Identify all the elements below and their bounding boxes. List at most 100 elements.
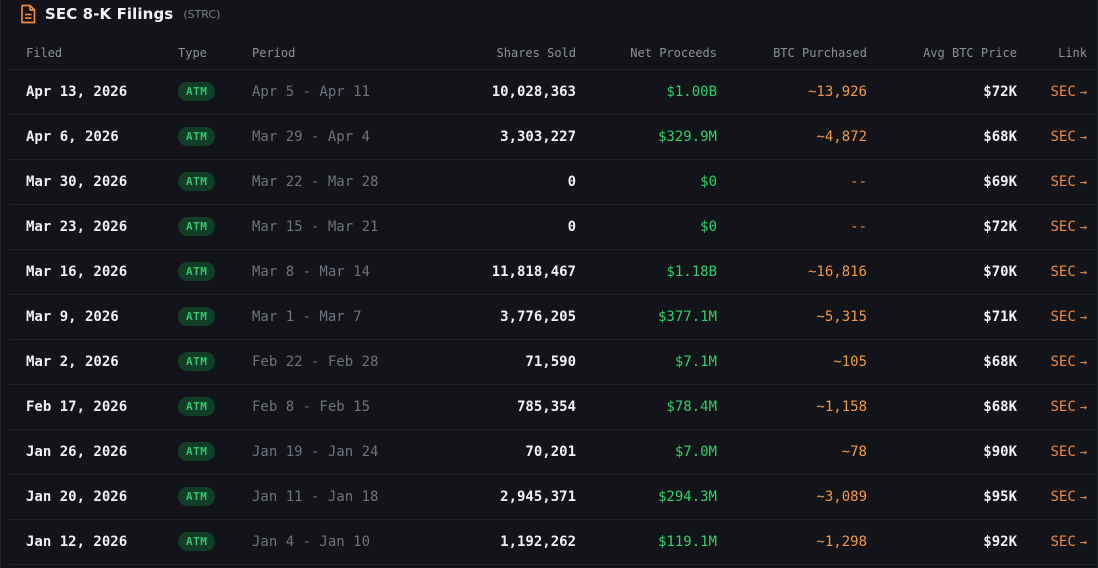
btc-purchased: ~13,926 (717, 69, 867, 115)
link-cell: SEC → (1017, 69, 1098, 115)
type-cell: ATM (178, 204, 252, 250)
btc-purchased: ~3,089 (717, 474, 867, 520)
type-cell: ATM (178, 384, 252, 430)
arrow-right-icon: → (1079, 309, 1087, 324)
sec-link[interactable]: SEC → (1050, 129, 1087, 145)
btc-purchased: ~16,816 (717, 249, 867, 295)
filed-date: Mar 9, 2026 (9, 294, 178, 340)
period-range: Mar 15 - Mar 21 (252, 204, 412, 250)
table-row: Mar 9, 2026 ATM Mar 1 - Mar 7 3,776,205 … (9, 294, 1098, 340)
period-range: Mar 8 - Mar 14 (252, 249, 412, 295)
sec-link-label: SEC (1050, 398, 1076, 415)
avg-btc-price: $71K (867, 294, 1017, 340)
column-header-type[interactable]: Type (178, 37, 252, 70)
type-badge: ATM (178, 442, 216, 461)
table-row: Jan 26, 2026 ATM Jan 19 - Jan 24 70,201 … (9, 429, 1098, 475)
sec-link-label: SEC (1050, 353, 1076, 370)
sec-link-label: SEC (1050, 443, 1076, 460)
filed-date: Mar 30, 2026 (9, 159, 178, 205)
link-cell: SEC → (1017, 294, 1098, 340)
column-header-net-proceeds[interactable]: Net Proceeds (576, 37, 717, 70)
sec-link-label: SEC (1050, 263, 1076, 280)
shares-sold: 785,354 (412, 384, 576, 430)
avg-btc-price: $72K (867, 204, 1017, 250)
sec-link[interactable]: SEC → (1050, 219, 1087, 235)
sec-link[interactable]: SEC → (1050, 174, 1087, 190)
net-proceeds: $377.1M (576, 294, 717, 340)
sec-link-label: SEC (1050, 83, 1076, 100)
type-badge: ATM (178, 532, 216, 551)
type-cell: ATM (178, 114, 252, 160)
type-badge: ATM (178, 82, 216, 101)
sec-link[interactable]: SEC → (1050, 84, 1087, 100)
net-proceeds: $0 (576, 159, 717, 205)
sec-link-label: SEC (1050, 533, 1076, 550)
sec-link[interactable]: SEC → (1050, 264, 1087, 280)
link-cell: SEC → (1017, 339, 1098, 385)
sec-link-label: SEC (1050, 308, 1076, 325)
arrow-right-icon: → (1079, 219, 1087, 234)
column-header-period[interactable]: Period (252, 37, 412, 70)
btc-purchased: ~1,158 (717, 384, 867, 430)
avg-btc-price: $70K (867, 249, 1017, 295)
column-header-shares-sold[interactable]: Shares Sold (412, 37, 576, 70)
period-range: Mar 29 - Apr 4 (252, 114, 412, 160)
sec-link-label: SEC (1050, 128, 1076, 145)
net-proceeds: $78.4M (576, 384, 717, 430)
filed-date: Apr 6, 2026 (9, 114, 178, 160)
filed-date: Jan 26, 2026 (9, 429, 178, 475)
column-header-filed[interactable]: Filed (9, 37, 178, 70)
type-cell: ATM (178, 294, 252, 340)
filed-date: Mar 16, 2026 (9, 249, 178, 295)
net-proceeds: $1.00B (576, 69, 717, 115)
table-row: Feb 17, 2026 ATM Feb 8 - Feb 15 785,354 … (9, 384, 1098, 430)
arrow-right-icon: → (1079, 174, 1087, 189)
table-row: Apr 6, 2026 ATM Mar 29 - Apr 4 3,303,227… (9, 114, 1098, 160)
link-cell: SEC → (1017, 474, 1098, 520)
column-header-avg-btc-price[interactable]: Avg BTC Price (867, 37, 1017, 70)
shares-sold: 1,192,262 (412, 519, 576, 565)
sec-link[interactable]: SEC → (1050, 489, 1087, 505)
avg-btc-price: $95K (867, 474, 1017, 520)
sec-link-label: SEC (1050, 173, 1076, 190)
sec-link-label: SEC (1050, 218, 1076, 235)
sec-link[interactable]: SEC → (1050, 444, 1087, 460)
arrow-right-icon: → (1079, 534, 1087, 549)
shares-sold: 0 (412, 159, 576, 205)
avg-btc-price: $68K (867, 339, 1017, 385)
shares-sold: 11,818,467 (412, 249, 576, 295)
type-badge: ATM (178, 487, 216, 506)
avg-btc-price: $68K (867, 384, 1017, 430)
sec-link[interactable]: SEC → (1050, 399, 1087, 415)
type-badge: ATM (178, 307, 216, 326)
shares-sold: 10,028,363 (412, 69, 576, 115)
type-badge: ATM (178, 262, 216, 281)
btc-purchased: ~1,298 (717, 519, 867, 565)
filed-date: Jan 20, 2026 (9, 474, 178, 520)
shares-sold: 2,945,371 (412, 474, 576, 520)
sec-link[interactable]: SEC → (1050, 309, 1087, 325)
net-proceeds: $0 (576, 204, 717, 250)
table-row: Mar 23, 2026 ATM Mar 15 - Mar 21 0 $0 --… (9, 204, 1098, 250)
period-range: Jan 19 - Jan 24 (252, 429, 412, 475)
sec-link[interactable]: SEC → (1050, 354, 1087, 370)
type-badge: ATM (178, 397, 216, 416)
table-row: Jan 12, 2026 ATM Jan 4 - Jan 10 1,192,26… (9, 519, 1098, 565)
period-range: Jan 11 - Jan 18 (252, 474, 412, 520)
sec-link[interactable]: SEC → (1050, 534, 1087, 550)
btc-purchased: -- (717, 204, 867, 250)
type-cell: ATM (178, 474, 252, 520)
ticker-label: (STRC) (183, 7, 221, 21)
filed-date: Mar 23, 2026 (9, 204, 178, 250)
avg-btc-price: $90K (867, 429, 1017, 475)
table-row: Mar 30, 2026 ATM Mar 22 - Mar 28 0 $0 --… (9, 159, 1098, 205)
document-icon (21, 4, 36, 24)
column-header-btc-purchased[interactable]: BTC Purchased (717, 37, 867, 70)
table-row: Mar 2, 2026 ATM Feb 22 - Feb 28 71,590 $… (9, 339, 1098, 385)
arrow-right-icon: → (1079, 444, 1087, 459)
net-proceeds: $329.9M (576, 114, 717, 160)
panel-header: SEC 8-K Filings (STRC) (19, 2, 220, 26)
btc-purchased: ~4,872 (717, 114, 867, 160)
panel-title: SEC 8-K Filings (45, 5, 174, 23)
link-cell: SEC → (1017, 519, 1098, 565)
